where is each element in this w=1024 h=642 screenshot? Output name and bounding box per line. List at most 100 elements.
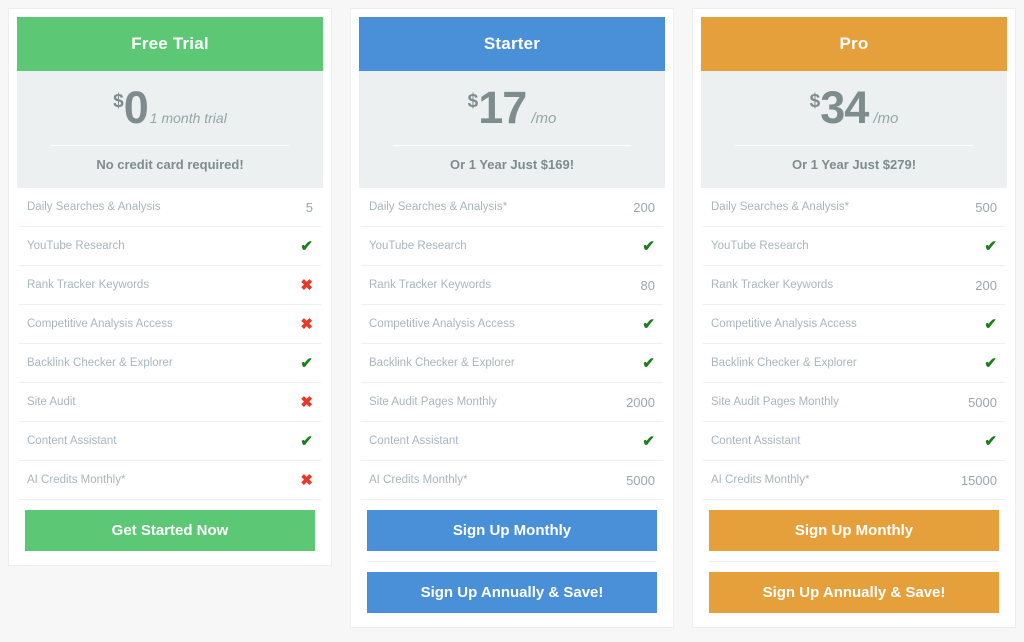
- price-note: No credit card required!: [96, 157, 244, 172]
- cta-area: Sign Up Monthly Sign Up Annually & Save!: [359, 500, 665, 619]
- get-started-now-button[interactable]: Get Started Now: [25, 510, 315, 551]
- check-icon: ✔: [300, 238, 313, 255]
- cross-icon: ✖: [300, 472, 313, 489]
- feature-row: Rank Tracker Keywords 80: [361, 266, 663, 305]
- price-line: $0 1 month trial: [33, 85, 307, 133]
- price-divider: [735, 145, 973, 146]
- feature-row: Site Audit Pages Monthly 2000: [361, 383, 663, 422]
- feature-value: 2000: [626, 394, 655, 410]
- price-divider: [393, 145, 631, 146]
- feature-label: Backlink Checker & Explorer: [711, 357, 857, 369]
- price-panel: $0 1 month trial No credit card required!: [17, 71, 323, 188]
- feature-row: Content Assistant ✔: [19, 422, 321, 461]
- feature-row: YouTube Research ✔: [19, 227, 321, 266]
- plan-card: Free Trial $0 1 month trial No credit card …: [8, 8, 332, 566]
- feature-label: Site Audit: [27, 396, 76, 408]
- price-divider: [51, 145, 289, 146]
- feature-row: Backlink Checker & Explorer ✔: [361, 344, 663, 383]
- feature-label: Site Audit Pages Monthly: [369, 396, 497, 408]
- check-icon: ✔: [300, 355, 313, 372]
- feature-list: Daily Searches & Analysis* 500 YouTube Res…: [701, 188, 1007, 500]
- feature-label: Rank Tracker Keywords: [711, 279, 834, 291]
- feature-row: Daily Searches & Analysis* 200: [361, 188, 663, 227]
- cross-icon: ✖: [300, 316, 313, 333]
- feature-value: 15000: [960, 472, 997, 488]
- feature-label: YouTube Research: [369, 240, 467, 252]
- cross-icon: ✖: [300, 394, 313, 411]
- feature-value: 5000: [626, 472, 655, 488]
- price-line: $17/mo: [375, 85, 649, 133]
- feature-row: AI Credits Monthly* ✖: [19, 461, 321, 500]
- feature-row: Content Assistant ✔: [703, 422, 1005, 461]
- feature-row: AI Credits Monthly* 5000: [361, 461, 663, 500]
- price-amount: 34: [820, 82, 869, 133]
- cta-area: Sign Up Monthly Sign Up Annually & Save!: [701, 500, 1007, 619]
- check-icon: ✔: [642, 433, 655, 450]
- feature-row: Competitive Analysis Access ✔: [703, 305, 1005, 344]
- feature-value: 500: [975, 199, 997, 215]
- feature-row: Daily Searches & Analysis* 500: [703, 188, 1005, 227]
- plan-card: Starter $17/mo Or 1 Year Just $169! Daily S…: [350, 8, 674, 628]
- currency-symbol: $: [467, 91, 479, 112]
- price-note: Or 1 Year Just $279!: [791, 157, 917, 172]
- price-note: Or 1 Year Just $169!: [449, 157, 575, 172]
- feature-row: Rank Tracker Keywords ✖: [19, 266, 321, 305]
- feature-label: Rank Tracker Keywords: [27, 279, 150, 291]
- feature-row: Backlink Checker & Explorer ✔: [703, 344, 1005, 383]
- feature-list: Daily Searches & Analysis 5 YouTube Resear…: [17, 188, 323, 500]
- feature-label: Daily Searches & Analysis*: [369, 201, 508, 213]
- feature-label: AI Credits Monthly*: [369, 474, 468, 486]
- feature-label: YouTube Research: [711, 240, 809, 252]
- sign-up-monthly-button[interactable]: Sign Up Monthly: [709, 510, 999, 551]
- feature-value: 5000: [968, 394, 997, 410]
- feature-label: Site Audit Pages Monthly: [711, 396, 839, 408]
- check-icon: ✔: [984, 355, 997, 372]
- check-icon: ✔: [984, 238, 997, 255]
- feature-row: Rank Tracker Keywords 200: [703, 266, 1005, 305]
- feature-value: 80: [640, 277, 655, 293]
- feature-label: YouTube Research: [27, 240, 125, 252]
- feature-row: YouTube Research ✔: [703, 227, 1005, 266]
- feature-label: AI Credits Monthly*: [711, 474, 810, 486]
- check-icon: ✔: [642, 355, 655, 372]
- feature-label: Content Assistant: [711, 435, 801, 447]
- feature-list: Daily Searches & Analysis* 200 YouTube Res…: [359, 188, 665, 500]
- plan-card: Pro $34/mo Or 1 Year Just $279! Daily Searc…: [692, 8, 1016, 628]
- feature-row: Competitive Analysis Access ✖: [19, 305, 321, 344]
- sign-up-annually-button[interactable]: Sign Up Annually & Save!: [709, 572, 999, 613]
- currency-symbol: $: [113, 91, 124, 112]
- plan-header: Pro: [701, 17, 1007, 71]
- feature-label: Rank Tracker Keywords: [369, 279, 492, 291]
- price-amount: 17: [478, 82, 527, 133]
- sign-up-annually-button[interactable]: Sign Up Annually & Save!: [367, 572, 657, 613]
- check-icon: ✔: [984, 433, 997, 450]
- plan-header: Starter: [359, 17, 665, 71]
- feature-label: Competitive Analysis Access: [711, 318, 857, 330]
- cta-divider: [709, 561, 999, 562]
- feature-label: Competitive Analysis Access: [27, 318, 173, 330]
- feature-row: Content Assistant ✔: [361, 422, 663, 461]
- feature-label: Content Assistant: [27, 435, 117, 447]
- feature-label: Backlink Checker & Explorer: [27, 357, 173, 369]
- feature-label: Daily Searches & Analysis: [27, 201, 161, 213]
- price-amount: 0: [123, 82, 149, 133]
- feature-row: Daily Searches & Analysis 5: [19, 188, 321, 227]
- feature-value: 200: [975, 277, 997, 293]
- feature-label: AI Credits Monthly*: [27, 474, 126, 486]
- price-panel: $17/mo Or 1 Year Just $169!: [359, 71, 665, 188]
- feature-label: Content Assistant: [369, 435, 459, 447]
- feature-label: Daily Searches & Analysis*: [711, 201, 850, 213]
- feature-label: Competitive Analysis Access: [369, 318, 515, 330]
- currency-symbol: $: [809, 91, 821, 112]
- sign-up-monthly-button[interactable]: Sign Up Monthly: [367, 510, 657, 551]
- cross-icon: ✖: [300, 277, 313, 294]
- feature-value: 5: [305, 199, 313, 215]
- plan-header: Free Trial: [17, 17, 323, 71]
- feature-row: Site Audit ✖: [19, 383, 321, 422]
- price-period: 1 month trial: [149, 110, 227, 126]
- feature-value: 200: [633, 199, 655, 215]
- check-icon: ✔: [300, 433, 313, 450]
- cta-area: Get Started Now: [17, 500, 323, 557]
- price-period: /mo: [531, 110, 557, 127]
- check-icon: ✔: [642, 238, 655, 255]
